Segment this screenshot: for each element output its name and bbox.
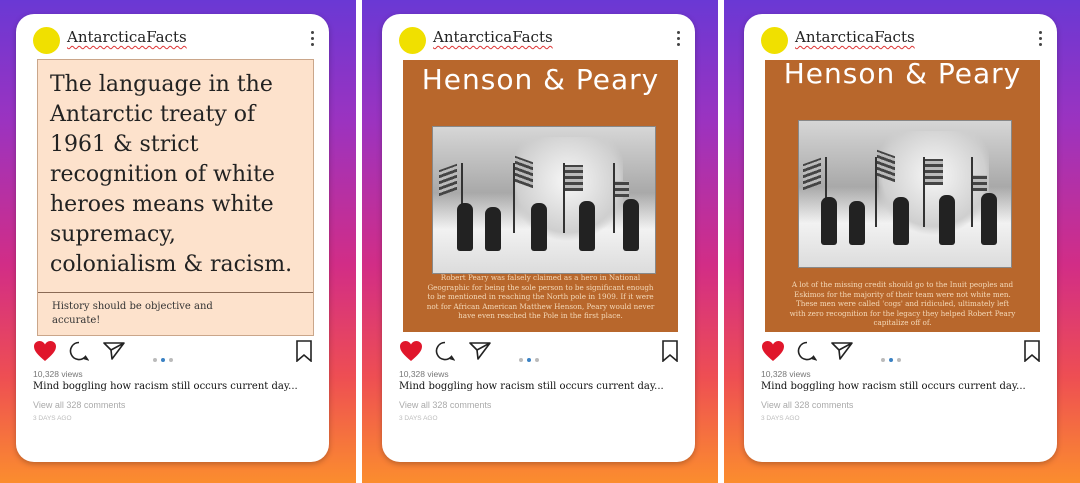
ice-ridge bbox=[513, 137, 623, 247]
post-description: Mind boggling how racism still occurs cu… bbox=[399, 381, 664, 392]
post-caption: Robert Peary was falsely claimed as a he… bbox=[426, 273, 655, 320]
explorer-figure bbox=[821, 197, 837, 245]
comment-icon[interactable] bbox=[69, 341, 89, 361]
view-count: 10,328 views bbox=[761, 369, 811, 379]
view-comments-link[interactable]: View all 328 comments bbox=[33, 400, 125, 410]
post-caption: A lot of the missing credit should go to… bbox=[789, 280, 1016, 327]
more-icon[interactable] bbox=[1037, 30, 1043, 50]
post-main-text: The language in the Antarctic treaty of … bbox=[50, 72, 293, 277]
view-count: 10,328 views bbox=[399, 369, 449, 379]
explorer-figure bbox=[485, 207, 501, 251]
instagram-post-panel-2: AntarcticaFacts Henson & Peary Robert Pe… bbox=[362, 0, 718, 483]
post-description: Mind boggling how racism still occurs cu… bbox=[33, 381, 298, 392]
explorer-figure bbox=[623, 199, 639, 251]
explorer-figure bbox=[981, 193, 997, 245]
post-subtext: History should be objective and accurate… bbox=[52, 301, 213, 326]
more-icon[interactable] bbox=[309, 30, 315, 50]
explorer-figure bbox=[531, 203, 547, 251]
profile-avatar[interactable] bbox=[399, 27, 426, 54]
explorer-figure bbox=[849, 201, 865, 245]
profile-avatar[interactable] bbox=[761, 27, 788, 54]
divider bbox=[38, 292, 313, 293]
action-bar bbox=[33, 340, 313, 364]
instagram-post-panel-3: AntarcticaFacts Henson & Peary A lot of … bbox=[724, 0, 1080, 483]
post-timestamp: 3 DAYS AGO bbox=[33, 415, 72, 422]
view-comments-link[interactable]: View all 328 comments bbox=[399, 400, 491, 410]
comment-icon[interactable] bbox=[797, 341, 817, 361]
bookmark-icon[interactable] bbox=[1023, 340, 1041, 362]
heart-icon[interactable] bbox=[399, 340, 423, 362]
carousel-indicator bbox=[519, 349, 543, 367]
expedition-photo bbox=[432, 126, 656, 274]
explorer-figure bbox=[893, 197, 909, 245]
post-image-slide: Henson & Peary A lot of the missing cred… bbox=[765, 57, 1040, 332]
post-timestamp: 3 DAYS AGO bbox=[761, 415, 800, 422]
profile-avatar[interactable] bbox=[33, 27, 60, 54]
send-icon[interactable] bbox=[831, 341, 853, 361]
view-count: 10,328 views bbox=[33, 369, 83, 379]
action-bar bbox=[761, 340, 1041, 364]
post-card: AntarcticaFacts The language in the Anta… bbox=[16, 14, 329, 462]
bookmark-icon[interactable] bbox=[661, 340, 679, 362]
post-image-slide: Henson & Peary Robert Peary was falsely … bbox=[403, 60, 678, 332]
post-title: Henson & Peary bbox=[421, 63, 660, 96]
more-icon[interactable] bbox=[675, 30, 681, 50]
bookmark-icon[interactable] bbox=[295, 340, 313, 362]
explorer-figure bbox=[457, 203, 473, 251]
action-bar bbox=[399, 340, 679, 364]
heart-icon[interactable] bbox=[761, 340, 785, 362]
post-timestamp: 3 DAYS AGO bbox=[399, 415, 438, 422]
username[interactable]: AntarcticaFacts bbox=[67, 28, 187, 46]
carousel-indicator bbox=[881, 349, 905, 367]
instagram-post-panel-1: AntarcticaFacts The language in the Anta… bbox=[0, 0, 356, 483]
explorer-figure bbox=[939, 195, 955, 245]
heart-icon[interactable] bbox=[33, 340, 57, 362]
comment-icon[interactable] bbox=[435, 341, 455, 361]
post-description: Mind boggling how racism still occurs cu… bbox=[761, 381, 1026, 392]
send-icon[interactable] bbox=[469, 341, 491, 361]
send-icon[interactable] bbox=[103, 341, 125, 361]
post-title: Henson & Peary bbox=[783, 57, 1022, 90]
post-image-text-slide: The language in the Antarctic treaty of … bbox=[37, 59, 314, 336]
explorer-figure bbox=[579, 201, 595, 251]
view-comments-link[interactable]: View all 328 comments bbox=[761, 400, 853, 410]
username[interactable]: AntarcticaFacts bbox=[433, 28, 553, 46]
username[interactable]: AntarcticaFacts bbox=[795, 28, 915, 46]
expedition-photo bbox=[798, 120, 1012, 268]
carousel-indicator bbox=[153, 349, 177, 367]
post-card: AntarcticaFacts Henson & Peary Robert Pe… bbox=[382, 14, 695, 462]
post-card: AntarcticaFacts Henson & Peary A lot of … bbox=[744, 14, 1057, 462]
